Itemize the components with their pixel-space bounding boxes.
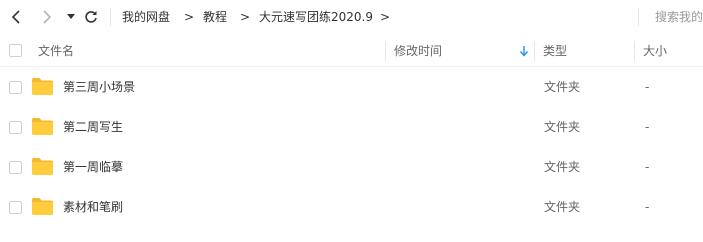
toolbar-divider: [110, 8, 111, 26]
forward-arrow-icon: [43, 10, 52, 24]
breadcrumb-dropdown[interactable]: >: [380, 8, 390, 26]
column-header-name[interactable]: 文件名: [38, 35, 74, 67]
select-all-checkbox[interactable]: [9, 44, 22, 57]
breadcrumb-separator: >: [240, 10, 251, 24]
file-name[interactable]: 第二周写生: [63, 118, 123, 136]
file-size: -: [645, 120, 650, 134]
toolbar: 我的网盘 > 教程 > 大元速写团练2020.9 >: [0, 0, 703, 35]
breadcrumb-separator: >: [184, 10, 195, 24]
column-divider[interactable]: [534, 41, 535, 61]
dropdown-caret-icon: [67, 14, 75, 19]
refresh-icon: [85, 11, 97, 23]
file-type: 文件夹: [544, 200, 581, 214]
breadcrumb-root[interactable]: 我的网盘: [122, 8, 170, 26]
file-name[interactable]: 第三周小场景: [63, 78, 135, 96]
table-row[interactable]: 素材和笔刷 文件夹 -: [0, 187, 703, 227]
column-header-size[interactable]: 大小: [643, 35, 667, 67]
row-checkbox[interactable]: [9, 201, 22, 214]
file-type: 文件夹: [544, 160, 581, 174]
file-name[interactable]: 素材和笔刷: [63, 198, 123, 216]
arrow-down-icon[interactable]: [518, 45, 530, 57]
refresh-button[interactable]: [81, 7, 101, 27]
table-row[interactable]: 第一周临摹 文件夹 -: [0, 147, 703, 187]
folder-icon: [32, 198, 53, 215]
breadcrumb-item-current[interactable]: 大元速写团练2020.9: [259, 8, 373, 26]
row-checkbox[interactable]: [9, 161, 22, 174]
file-size: -: [645, 200, 650, 214]
back-button[interactable]: [6, 7, 26, 27]
forward-button[interactable]: [37, 7, 57, 27]
folder-icon: [32, 158, 53, 175]
folder-icon: [32, 78, 53, 95]
file-size: -: [645, 160, 650, 174]
folder-icon: [32, 118, 53, 135]
row-checkbox[interactable]: [9, 81, 22, 94]
file-size: -: [645, 80, 650, 94]
search-divider: [638, 8, 639, 26]
breadcrumb-item-tutorial[interactable]: 教程: [203, 8, 227, 26]
column-header-modified[interactable]: 修改时间: [394, 35, 442, 67]
back-arrow-icon: [11, 10, 20, 24]
table-header: 文件名 修改时间 类型 大小: [0, 35, 703, 67]
row-checkbox[interactable]: [9, 121, 22, 134]
history-dropdown-button[interactable]: [61, 7, 81, 27]
file-type: 文件夹: [544, 120, 581, 134]
search-input[interactable]: [655, 7, 703, 27]
table-row[interactable]: 第三周小场景 文件夹 -: [0, 67, 703, 107]
file-type: 文件夹: [544, 80, 581, 94]
column-divider[interactable]: [634, 41, 635, 61]
column-header-type[interactable]: 类型: [543, 35, 567, 67]
file-name[interactable]: 第一周临摹: [63, 158, 123, 176]
table-row[interactable]: 第二周写生 文件夹 -: [0, 107, 703, 147]
column-divider[interactable]: [385, 41, 386, 61]
